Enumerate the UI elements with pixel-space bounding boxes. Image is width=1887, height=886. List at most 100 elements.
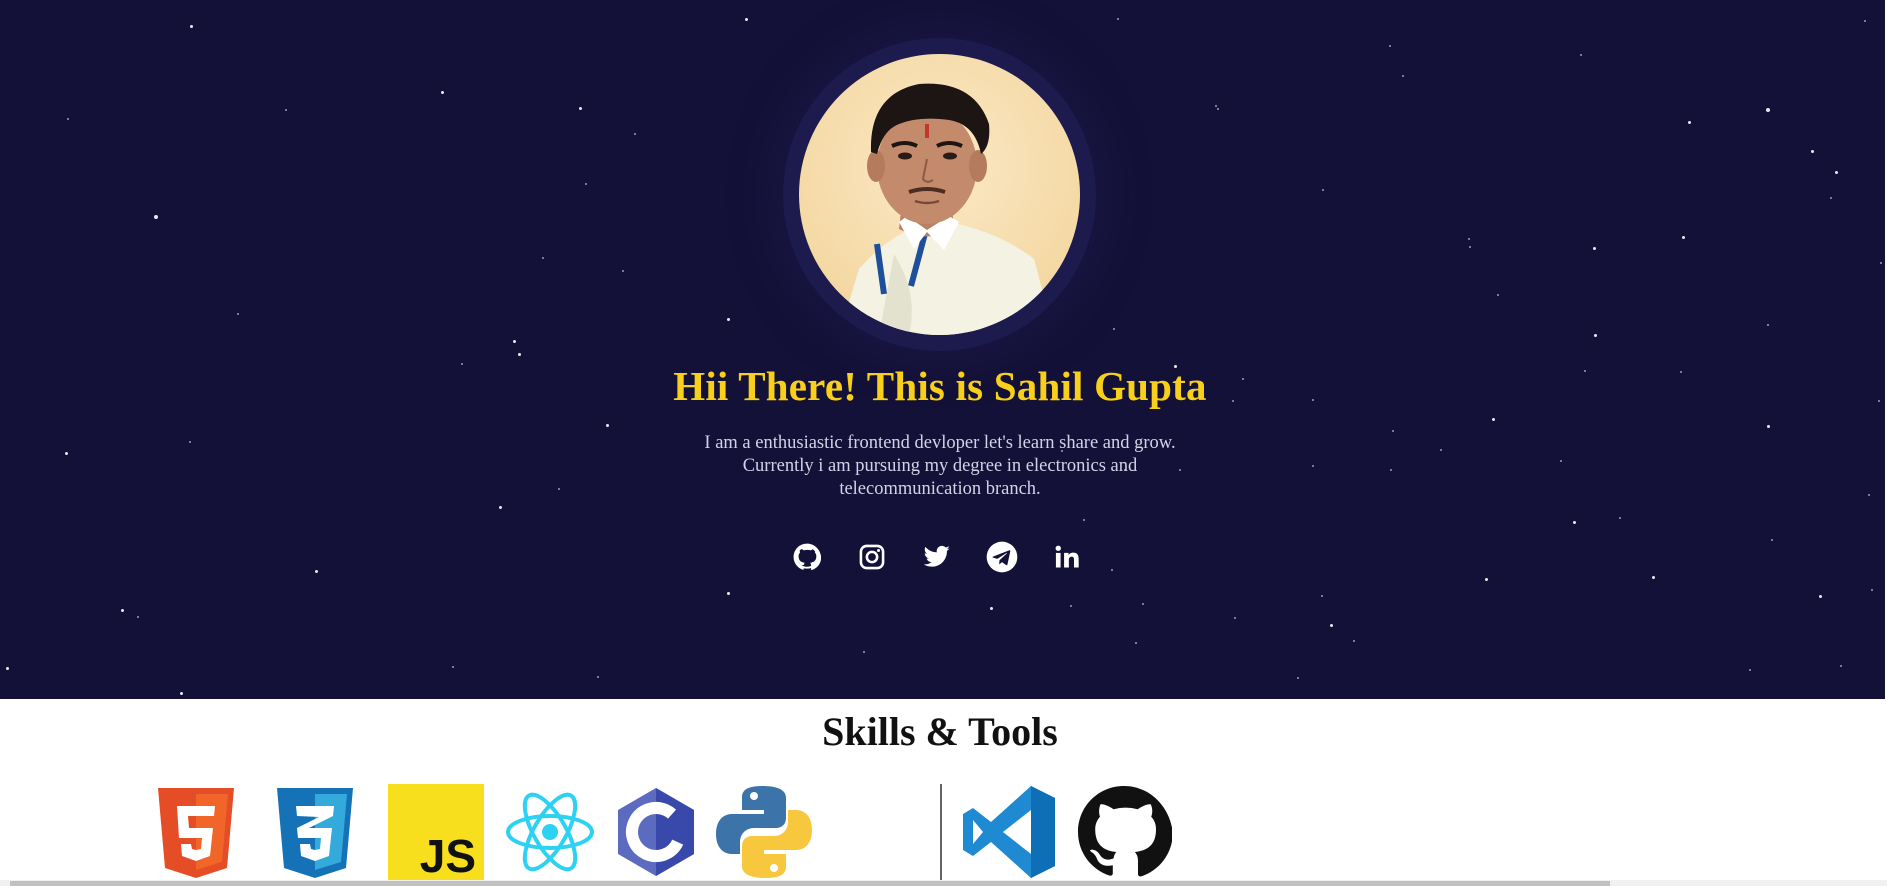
hero-section: Hii There! This is Sahil Gupta I am a en… — [0, 0, 1885, 699]
star — [1878, 400, 1880, 402]
star — [1573, 521, 1576, 524]
html5-icon — [148, 784, 244, 880]
star — [1468, 238, 1470, 240]
star — [1871, 589, 1873, 591]
star — [1402, 75, 1404, 77]
github-tool-icon — [1076, 784, 1173, 880]
avatar — [799, 54, 1080, 335]
star — [1766, 108, 1770, 112]
star — [1835, 171, 1838, 174]
star — [180, 692, 183, 695]
star — [1584, 370, 1586, 372]
star — [579, 107, 582, 110]
twitter-icon — [923, 545, 950, 567]
instagram-icon — [859, 544, 885, 570]
star — [6, 667, 9, 670]
star — [189, 441, 191, 443]
star — [1688, 121, 1691, 124]
star — [1840, 665, 1842, 667]
linkedin-link[interactable] — [1050, 540, 1084, 574]
star — [1330, 624, 1333, 627]
star — [1880, 262, 1882, 264]
star — [1652, 576, 1655, 579]
star — [597, 676, 599, 678]
star — [121, 609, 124, 612]
horizontal-scrollbar-thumb[interactable] — [10, 881, 1610, 886]
social-links — [790, 540, 1090, 574]
telegram-icon — [986, 541, 1018, 573]
skills-title: Skills & Tools — [822, 709, 1058, 754]
star — [499, 506, 502, 509]
avatar-ring — [783, 38, 1096, 351]
star — [1749, 669, 1751, 671]
instagram-link[interactable] — [855, 540, 889, 574]
star — [1680, 371, 1682, 373]
c-language-icon — [608, 784, 704, 880]
star — [1322, 189, 1324, 191]
star — [634, 133, 636, 135]
telegram-link[interactable] — [985, 540, 1019, 574]
react-icon — [502, 784, 598, 880]
star — [622, 270, 624, 272]
star — [1312, 465, 1314, 467]
star — [1389, 45, 1391, 47]
star — [1811, 150, 1814, 153]
star — [190, 25, 193, 28]
star — [1593, 247, 1596, 250]
javascript-icon: JS — [388, 784, 484, 882]
star — [1353, 640, 1355, 642]
vscode-icon — [961, 784, 1057, 880]
star — [513, 340, 516, 343]
star — [1440, 449, 1442, 451]
star — [1771, 539, 1773, 541]
skills-divider — [940, 784, 942, 880]
star — [518, 353, 521, 356]
star — [1070, 605, 1072, 607]
hero-description: I am a enthusiastic frontend devloper le… — [704, 433, 1176, 499]
star — [137, 616, 139, 618]
star — [1560, 460, 1562, 462]
github-icon — [793, 543, 821, 570]
star — [1497, 294, 1499, 296]
star — [727, 318, 730, 321]
star — [727, 592, 730, 595]
star — [1390, 469, 1392, 471]
star — [1234, 617, 1236, 619]
star — [65, 452, 68, 455]
star — [441, 91, 444, 94]
star — [461, 363, 463, 365]
star — [1819, 595, 1822, 598]
hero-title: Hii There! This is Sahil Gupta — [673, 363, 1207, 409]
star — [237, 313, 239, 315]
star — [542, 257, 544, 259]
github-link[interactable] — [790, 540, 824, 574]
star — [1485, 578, 1488, 581]
star — [67, 118, 69, 120]
star — [585, 183, 587, 185]
star — [863, 651, 865, 653]
javascript-badge-text: JS — [420, 830, 476, 880]
star — [1111, 569, 1113, 571]
star — [1135, 642, 1137, 644]
star — [1392, 430, 1394, 432]
star — [1469, 246, 1471, 248]
star — [558, 488, 560, 490]
star — [452, 666, 454, 668]
twitter-link[interactable] — [920, 540, 954, 574]
star — [1682, 236, 1685, 239]
star — [606, 424, 609, 427]
star — [1864, 20, 1866, 22]
star — [990, 607, 993, 610]
profile-photo — [839, 83, 1054, 335]
star — [1619, 517, 1621, 519]
star — [1217, 108, 1219, 110]
star — [1868, 494, 1870, 496]
star — [315, 570, 318, 573]
linkedin-icon — [1055, 545, 1079, 568]
star — [154, 215, 158, 219]
star — [1580, 54, 1582, 56]
star — [1215, 105, 1217, 107]
star — [1113, 328, 1115, 330]
star — [1142, 603, 1144, 605]
star — [1297, 677, 1299, 679]
